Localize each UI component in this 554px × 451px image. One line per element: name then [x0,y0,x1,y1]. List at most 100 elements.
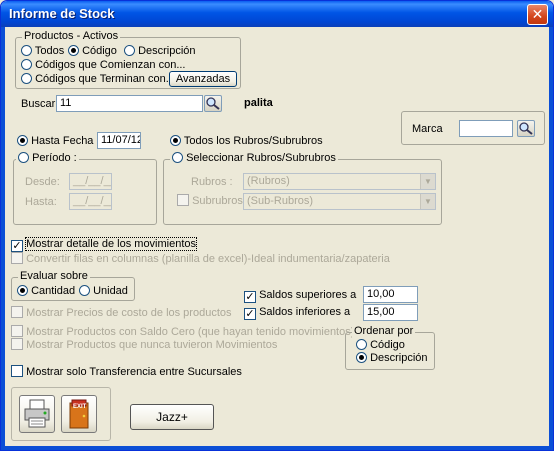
radio-codigo-indicator[interactable] [68,45,79,56]
radio-codigo[interactable]: Código [68,45,117,57]
radio-ordenar-codigo-indicator[interactable] [356,339,367,350]
radio-ordenar-codigo[interactable]: Código [356,339,405,351]
saldos-inferiores-input[interactable]: 15,00 [363,304,418,321]
radio-todos[interactable]: Todos [21,45,64,57]
rubros-select[interactable]: (Rubros) ▼ [243,173,436,190]
radio-comienzan-label: Códigos que Comienzan con... [35,59,186,71]
radio-periodo-indicator[interactable] [18,152,29,163]
radio-descripcion[interactable]: Descripción [124,45,196,57]
productos-legend: Productos - Activos [22,30,121,42]
radio-hasta-fecha-indicator[interactable] [17,135,28,146]
radio-unidad-indicator[interactable] [79,285,90,296]
radio-todos-rubros-indicator[interactable] [170,135,181,146]
buscar-input[interactable]: 11 [56,95,203,112]
convertir-filas-checkbox-box[interactable] [11,252,23,264]
close-icon: ✕ [531,6,544,22]
radio-descripcion-indicator[interactable] [124,45,135,56]
radio-comienzan[interactable]: Códigos que Comienzan con... [21,59,186,71]
saldos-inferiores-label: Saldos inferiores a [259,306,351,318]
hasta-label: Hasta: [25,196,57,208]
hasta-input[interactable]: __/__/__ [69,193,112,210]
radio-terminan-label: Códigos que Terminan con... [35,73,175,85]
radio-todos-indicator[interactable] [21,45,32,56]
convertir-filas-checkbox[interactable]: Convertir filas en columnas (planilla de… [11,252,390,265]
buscar-lookup-button[interactable] [204,95,222,112]
radio-cantidad-indicator[interactable] [17,285,28,296]
mostrar-saldo-cero-checkbox-box[interactable] [11,325,23,337]
saldos-inferiores-checkbox-box[interactable]: ✓ [244,308,256,320]
marca-input[interactable] [459,120,513,137]
radio-codigo-label: Código [82,45,117,57]
chevron-down-icon[interactable]: ▼ [420,194,435,209]
ordenar-legend: Ordenar por [352,325,416,337]
radio-cantidad[interactable]: Cantidad [17,285,75,297]
saldos-superiores-checkbox-box[interactable]: ✓ [244,291,256,303]
mostrar-saldo-cero-label: Mostrar Productos con Saldo Cero (que ha… [26,326,355,338]
radio-todos-rubros-label: Todos los Rubros/Subrubros [183,135,323,147]
mostrar-detalle-checkbox[interactable]: ✓ Mostrar detalle de los movimientos [11,237,198,252]
saldos-superiores-label: Saldos superiores a [259,289,357,301]
subrubros-label: Subrubros : [192,195,249,207]
mostrar-transferencia-label: Mostrar solo Transferencia entre Sucursa… [26,366,242,378]
radio-terminan-indicator[interactable] [21,73,32,84]
marca-label: Marca [412,123,443,135]
radio-unidad-label: Unidad [93,285,128,297]
desde-input[interactable]: __/__/__ [69,173,112,190]
title-bar[interactable]: Informe de Stock ✕ [1,1,553,27]
hasta-fecha-input[interactable]: 11/07/12 [97,132,141,149]
radio-periodo-label: Período : [32,152,77,164]
marca-lookup-button[interactable] [517,120,535,137]
ordenar-group: Ordenar por [345,325,435,370]
avanzadas-button[interactable]: Avanzadas [169,71,237,87]
print-button[interactable] [19,395,55,433]
subrubros-select-value: (Sub-Rubros) [247,195,314,207]
radio-cantidad-label: Cantidad [31,285,76,297]
mostrar-precios-label: Mostrar Precios de costo de los producto… [26,307,232,319]
printer-icon [24,399,50,428]
search-icon [206,97,220,110]
saldos-superiores-checkbox[interactable]: ✓ Saldos superiores a [244,289,356,303]
subrubros-select[interactable]: (Sub-Rubros) ▼ [243,193,436,210]
rubros-label: Rubros : [191,176,233,188]
mostrar-transferencia-checkbox[interactable]: Mostrar solo Transferencia entre Sucursa… [11,365,242,378]
radio-periodo[interactable]: Período : [16,152,79,164]
mostrar-nunca-checkbox[interactable]: Mostrar Productos que nunca tuvieron Mov… [11,338,277,351]
radio-hasta-fecha[interactable]: Hasta Fecha : [17,135,100,147]
rubros-select-value: (Rubros) [247,175,290,187]
saldos-inferiores-checkbox[interactable]: ✓ Saldos inferiores a [244,306,350,320]
subrubros-checkbox[interactable]: Subrubros : [177,194,249,207]
desde-label: Desde: [25,176,60,188]
dialog-body: Productos - Activos Todos Código Descrip… [5,27,551,448]
mostrar-precios-checkbox[interactable]: Mostrar Precios de costo de los producto… [11,306,232,319]
radio-ordenar-descripcion-indicator[interactable] [356,352,367,363]
evaluar-legend: Evaluar sobre [18,270,90,282]
radio-seleccionar-rubros[interactable]: Seleccionar Rubros/Subrubros [170,152,338,164]
mostrar-detalle-label: Mostrar detalle de los movimientos [25,237,198,251]
periodo-group: Período : [13,152,157,225]
subrubros-checkbox-box[interactable] [177,194,189,206]
mostrar-nunca-label: Mostrar Productos que nunca tuvieron Mov… [26,339,278,351]
window: Informe de Stock ✕ Productos - Activos T… [0,0,554,451]
chevron-down-icon[interactable]: ▼ [420,174,435,189]
radio-seleccionar-rubros-label: Seleccionar Rubros/Subrubros [186,152,336,164]
radio-ordenar-descripcion[interactable]: Descripción [356,352,428,364]
buscar-label: Buscar: [21,98,59,110]
radio-hasta-fecha-label: Hasta Fecha : [31,135,100,147]
radio-todos-rubros[interactable]: Todos los Rubros/Subrubros [170,135,323,147]
rubros-group: Seleccionar Rubros/Subrubros [163,152,442,225]
exit-button[interactable]: EXIT [61,395,97,433]
mostrar-transferencia-checkbox-box[interactable] [11,365,23,377]
close-button[interactable]: ✕ [527,4,548,25]
radio-comienzan-indicator[interactable] [21,59,32,70]
radio-seleccionar-rubros-indicator[interactable] [172,152,183,163]
radio-unidad[interactable]: Unidad [79,285,128,297]
window-title: Informe de Stock [9,6,115,21]
mostrar-nunca-checkbox-box[interactable] [11,338,23,350]
mostrar-detalle-checkbox-box[interactable]: ✓ [11,240,23,252]
mostrar-precios-checkbox-box[interactable] [11,306,23,318]
jazz-button[interactable]: Jazz+ [130,404,214,430]
radio-terminan[interactable]: Códigos que Terminan con... [21,73,175,85]
mostrar-saldo-cero-checkbox[interactable]: Mostrar Productos con Saldo Cero (que ha… [11,325,354,338]
saldos-superiores-input[interactable]: 10,00 [363,286,418,303]
convertir-filas-label: Convertir filas en columnas (planilla de… [26,253,390,265]
